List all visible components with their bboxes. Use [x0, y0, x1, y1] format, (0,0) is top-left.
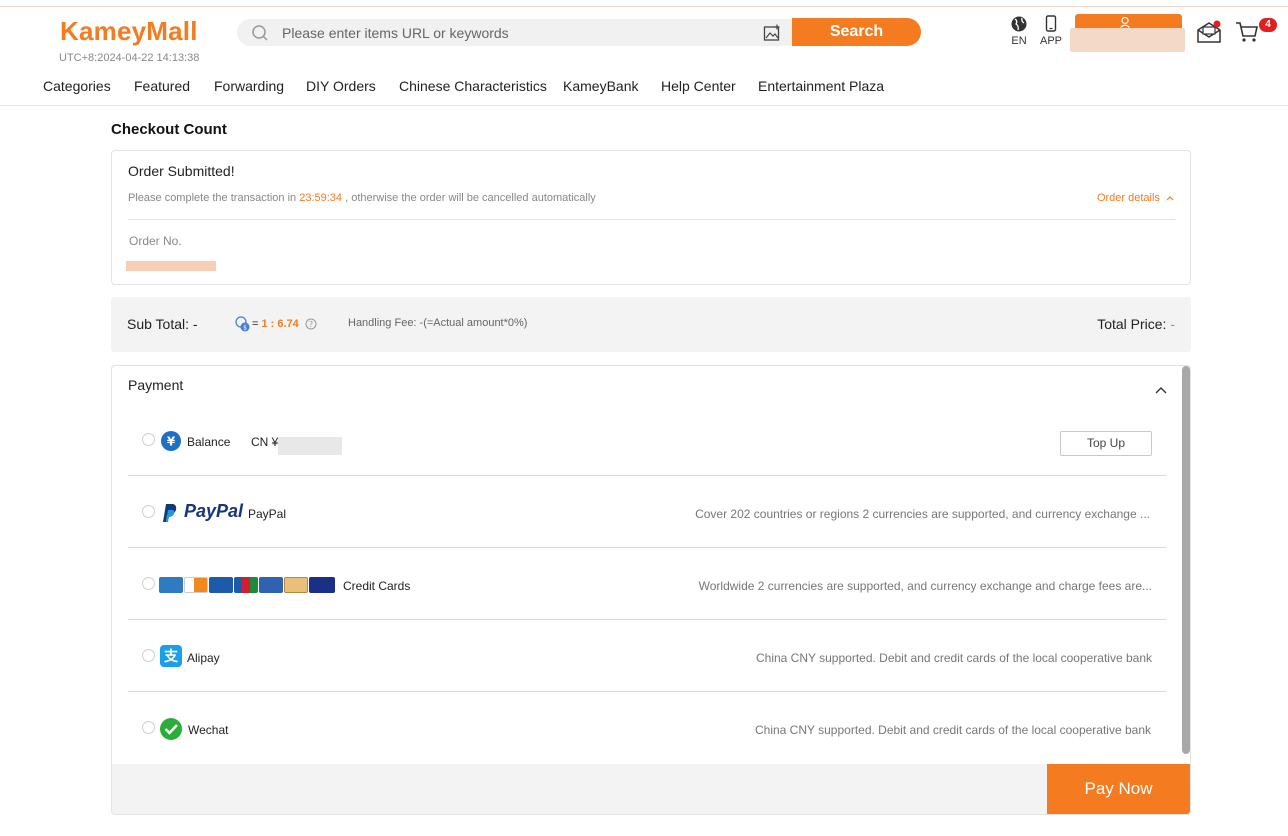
card-logos: [159, 576, 336, 594]
search-button[interactable]: Search: [792, 18, 921, 46]
paypal-label: PayPal: [248, 507, 287, 521]
wechat-pay-icon: [160, 718, 182, 740]
handling-fee: Handling Fee: -(=Actual amount*0%): [348, 317, 528, 329]
nav-entertainment-plaza[interactable]: Entertainment Plaza: [758, 78, 884, 94]
order-number-redacted: [126, 261, 216, 271]
user-icon: [1120, 16, 1130, 28]
balance-currency: CN ¥: [251, 435, 279, 449]
scrollbar[interactable]: [1182, 366, 1190, 754]
deadline-suffix: , otherwise the order will be cancelled …: [345, 192, 596, 204]
order-details-toggle[interactable]: Order details: [1097, 192, 1174, 204]
wechat-radio[interactable]: [142, 721, 155, 734]
chevron-up-icon: [1166, 196, 1174, 201]
nav-categories[interactable]: Categories: [43, 78, 111, 94]
payment-option-paypal[interactable]: PayPal PayPal Cover 202 countries or reg…: [128, 476, 1166, 548]
language-switch[interactable]: EN: [1008, 15, 1030, 47]
pay-now-button[interactable]: Pay Now: [1047, 764, 1190, 814]
app-download[interactable]: APP: [1038, 15, 1064, 47]
nav-help-center[interactable]: Help Center: [661, 78, 736, 94]
exchange-rate: = 1 : 6.74: [252, 318, 299, 330]
search-icon: [252, 25, 268, 41]
paypal-description: Cover 202 countries or regions 2 currenc…: [695, 507, 1150, 521]
credit-cards-label: Credit Cards: [343, 579, 411, 593]
balance-amount-redacted: [278, 437, 342, 455]
svg-text:支: 支: [163, 648, 179, 665]
image-search-icon[interactable]: [763, 24, 781, 42]
timezone-clock: UTC+8:2024-04-22 14:13:38: [59, 52, 200, 64]
wechat-label: Wechat: [188, 723, 229, 737]
rate-value: 1 : 6.74: [261, 318, 299, 330]
search-placeholder: Please enter items URL or keywords: [282, 25, 509, 41]
svg-text:¥: ¥: [167, 435, 176, 449]
language-label: EN: [1011, 35, 1027, 47]
jcb-icon: [234, 576, 258, 593]
message-icon[interactable]: [1196, 20, 1222, 44]
payment-option-wechat[interactable]: Wechat China CNY supported. Debit and cr…: [128, 692, 1166, 764]
amex-icon: [159, 576, 183, 593]
order-summary-card: Order Submitted! Please complete the tra…: [111, 150, 1191, 285]
payment-option-credit-cards[interactable]: Credit Cards Worldwide 2 currencies are …: [128, 548, 1166, 620]
search-input[interactable]: Please enter items URL or keywords: [237, 19, 797, 46]
yen-icon: ¥: [161, 431, 181, 451]
order-deadline-note: Please complete the transaction in 23:59…: [128, 192, 596, 204]
payment-option-balance[interactable]: ¥ Balance CN ¥ Top Up: [128, 404, 1166, 476]
visa-gold-icon: [284, 576, 308, 593]
payment-option-alipay[interactable]: 支 Alipay China CNY supported. Debit and …: [128, 620, 1166, 692]
diners-icon: [209, 576, 233, 593]
globe-icon: [1011, 16, 1027, 32]
username-redacted: [1070, 28, 1185, 52]
top-up-button[interactable]: Top Up: [1060, 431, 1152, 456]
balance-label: Balance: [187, 435, 231, 449]
nav-diy-orders[interactable]: DIY Orders: [306, 78, 376, 94]
divider: [128, 219, 1175, 220]
discover-icon: [184, 576, 208, 593]
countdown-timer: 23:59:34: [299, 192, 343, 204]
payment-panel: Payment ¥ Balance CN ¥ Top Up PayPal Pay…: [111, 365, 1191, 815]
page-title: Checkout Count: [111, 121, 227, 138]
paypal-logo-text: PayPal: [184, 501, 244, 521]
paypal-radio[interactable]: [142, 505, 155, 518]
alipay-icon: 支: [160, 645, 182, 667]
mastercard-icon: [259, 576, 283, 593]
totals-bar: Sub Total: - $ = 1 : 6.74 ? Handling Fee…: [111, 297, 1191, 352]
exchange-rate-icon: $: [235, 316, 250, 332]
subtotal: Sub Total: -: [127, 316, 198, 332]
total-price: Total Price: -: [1097, 316, 1175, 332]
payment-title: Payment: [128, 377, 184, 393]
svg-text:?: ?: [309, 320, 313, 329]
help-icon[interactable]: ?: [305, 318, 317, 330]
pay-footer: Pay Now: [112, 764, 1190, 814]
total-price-value: -: [1170, 316, 1175, 332]
collapse-chevron-icon[interactable]: [1154, 385, 1168, 395]
credit-cards-radio[interactable]: [142, 577, 155, 590]
nav-kameybank[interactable]: KameyBank: [563, 78, 638, 94]
svg-text:$: $: [243, 325, 247, 332]
paypal-icon: [163, 504, 177, 522]
app-label: APP: [1039, 35, 1062, 47]
order-status: Order Submitted!: [128, 163, 235, 179]
balance-radio[interactable]: [142, 433, 155, 446]
rate-prefix: =: [252, 318, 259, 330]
nav-forwarding[interactable]: Forwarding: [214, 78, 284, 94]
alipay-radio[interactable]: [142, 649, 155, 662]
user-account-menu[interactable]: [1070, 14, 1185, 52]
top-accent-line: [0, 0, 1288, 7]
credit-cards-description: Worldwide 2 currencies are supported, an…: [698, 579, 1152, 593]
nav-chinese-characteristics[interactable]: Chinese Characteristics: [399, 78, 547, 94]
deadline-prefix: Please complete the transaction in: [128, 192, 297, 204]
nav-featured[interactable]: Featured: [134, 78, 190, 94]
cart-icon[interactable]: [1235, 20, 1259, 44]
cart-count-badge: 4: [1259, 18, 1277, 32]
alipay-label: Alipay: [187, 651, 220, 665]
phone-icon: [1045, 15, 1057, 32]
order-details-label: Order details: [1096, 192, 1160, 204]
logo[interactable]: KameyMall: [60, 16, 198, 47]
total-price-label: Total Price:: [1097, 316, 1167, 332]
main-nav: Categories Featured Forwarding DIY Order…: [0, 72, 1288, 106]
alipay-description: China CNY supported. Debit and credit ca…: [755, 651, 1152, 665]
visa-icon: [309, 576, 335, 593]
wechat-description: China CNY supported. Debit and credit ca…: [754, 723, 1151, 737]
order-number-label: Order No.: [129, 234, 182, 248]
